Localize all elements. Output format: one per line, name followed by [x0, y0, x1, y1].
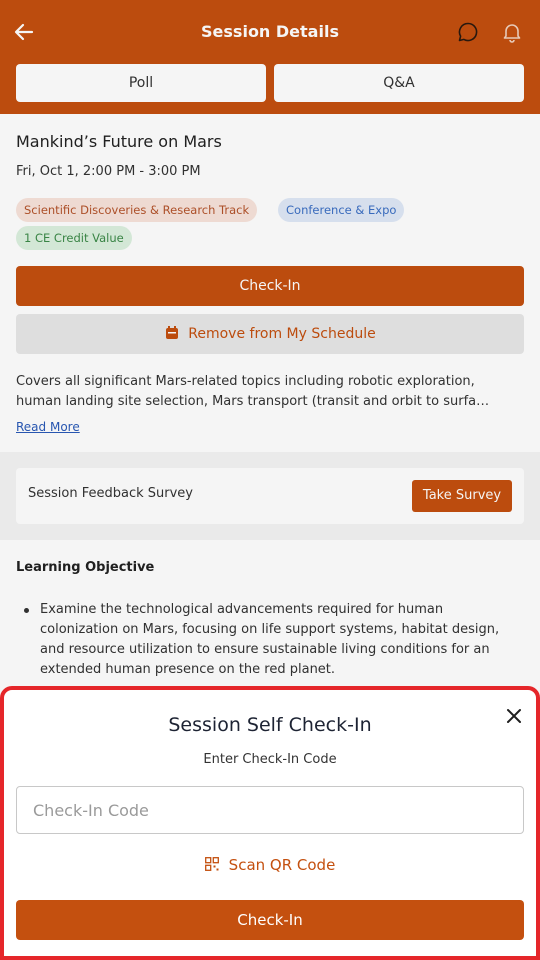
sheet-title: Session Self Check-In	[168, 714, 372, 736]
sheet-subtitle: Enter Check-In Code	[203, 752, 337, 767]
scan-qr-button[interactable]: Scan QR Code	[4, 856, 536, 874]
sheet-checkin-button[interactable]: Check-In	[16, 900, 524, 940]
checkin-sheet: Session Self Check-In Enter Check-In Cod…	[0, 686, 540, 960]
checkin-code-input[interactable]	[16, 786, 524, 834]
scan-qr-label: Scan QR Code	[228, 856, 336, 874]
qr-code-icon	[204, 857, 219, 871]
close-icon[interactable]	[504, 706, 524, 726]
